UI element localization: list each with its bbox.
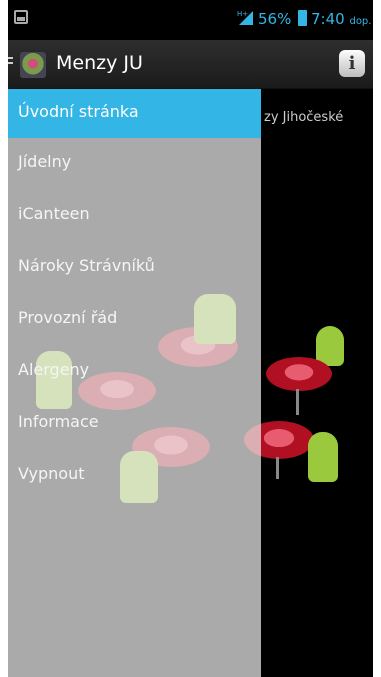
notification-icon xyxy=(14,10,28,24)
menu-item-jidelny[interactable]: Jídelny xyxy=(8,138,261,190)
intro-text: zy Jihočeské xyxy=(264,110,344,125)
status-bar: H+ 56% 7:40 dop. xyxy=(8,0,373,36)
menu-item-icanteen[interactable]: iCanteen xyxy=(8,190,261,242)
menzy-logo-icon[interactable] xyxy=(20,52,46,78)
battery-icon xyxy=(298,10,307,26)
app-title: Menzy JU xyxy=(56,52,143,74)
clock-time: 7:40 xyxy=(311,10,345,28)
clock-suffix: dop. xyxy=(349,16,372,27)
menu-item-label: Informace xyxy=(18,412,99,431)
clock: 7:40 dop. xyxy=(311,10,371,28)
signal-icon: H+ xyxy=(237,10,253,25)
menu-item-uvodni-stranka[interactable]: Úvodní stránka xyxy=(8,89,261,138)
menu-item-provozni-rad[interactable]: Provozní řád xyxy=(8,294,261,346)
android-figure-icon xyxy=(308,432,338,482)
main-content: zy Jihočeské Úvodní stránka Jídelny iCan… xyxy=(8,89,373,677)
menu-item-label: Provozní řád xyxy=(18,308,118,327)
info-button[interactable]: i xyxy=(339,50,365,77)
table-icon xyxy=(266,357,332,391)
menu-item-label: Vypnout xyxy=(18,464,85,483)
menu-item-vypnout[interactable]: Vypnout xyxy=(8,450,261,502)
battery-percent: 56% xyxy=(258,10,292,28)
menu-item-label: Úvodní stránka xyxy=(18,102,139,121)
phone-screen: H+ 56% 7:40 dop. Menzy JU i zy Jihočeské xyxy=(8,0,373,677)
menu-item-label: Jídelny xyxy=(18,152,72,171)
menu-item-label: Nároky Strávníků xyxy=(18,256,155,275)
action-bar: Menzy JU i xyxy=(8,40,373,89)
menu-item-naroky-stravniku[interactable]: Nároky Strávníků xyxy=(8,242,261,294)
menu-item-label: iCanteen xyxy=(18,204,90,223)
menu-item-label: Alergeny xyxy=(18,360,90,379)
info-icon: i xyxy=(348,53,356,74)
navigation-drawer: Úvodní stránka Jídelny iCanteen Nároky S… xyxy=(8,89,261,677)
svg-text:H+: H+ xyxy=(237,10,248,18)
drawer-toggle-icon[interactable] xyxy=(8,57,13,69)
menu-item-informace[interactable]: Informace xyxy=(8,398,261,450)
menu-item-alergeny[interactable]: Alergeny xyxy=(8,346,261,398)
table-leg xyxy=(296,389,299,415)
table-leg xyxy=(276,457,279,479)
